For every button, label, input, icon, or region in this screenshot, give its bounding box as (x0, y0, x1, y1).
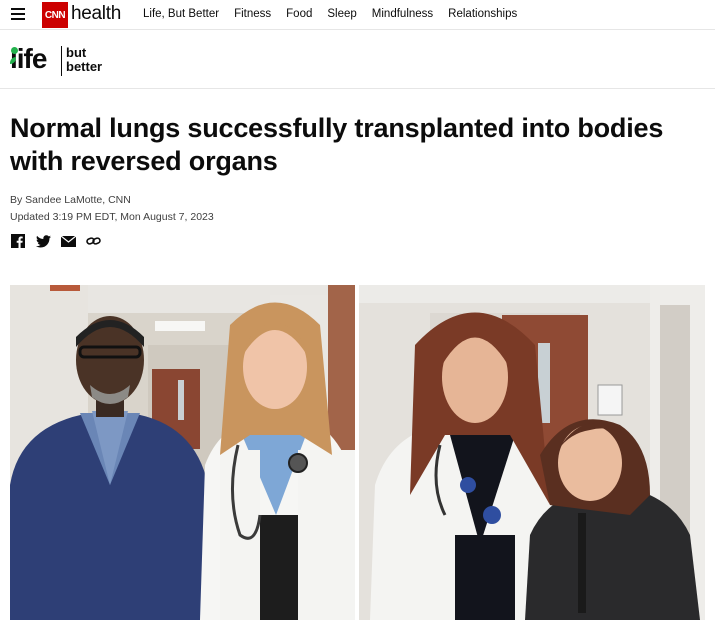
logo-tagline: but better (66, 46, 102, 74)
article-byline: By Sandee LaMotte, CNN (10, 194, 131, 206)
nav-link-relationships[interactable]: Relationships (448, 8, 517, 20)
facebook-icon[interactable] (10, 233, 26, 249)
lead-photo[interactable] (10, 285, 705, 620)
logo-divider (61, 46, 62, 76)
nav-link-mindfulness[interactable]: Mindfulness (372, 8, 433, 20)
twitter-icon[interactable] (35, 233, 51, 249)
nav-link-food[interactable]: Food (286, 8, 312, 20)
subbrand-header: life but better (0, 31, 715, 89)
logo-dot-icon (11, 47, 18, 54)
email-icon[interactable] (60, 233, 76, 249)
menu-icon[interactable] (11, 8, 25, 20)
article-headline: Normal lungs successfully transplanted i… (10, 113, 664, 176)
article-timestamp: Updated 3:19 PM EDT, Mon August 7, 2023 (10, 211, 214, 223)
cnn-logo[interactable]: CNN (42, 2, 68, 28)
nav-link-life-but-better[interactable]: Life, But Better (143, 8, 219, 20)
section-name-health[interactable]: health (71, 3, 121, 25)
logo-tagline-line1: but (66, 45, 87, 60)
nav-link-fitness[interactable]: Fitness (234, 8, 271, 20)
share-bar (10, 233, 110, 249)
section-nav: Life, But Better Fitness Food Sleep Mind… (143, 8, 532, 20)
nav-link-sleep[interactable]: Sleep (327, 8, 356, 20)
life-but-better-logo[interactable]: life but better (10, 44, 110, 78)
logo-tagline-line2: better (66, 59, 103, 74)
top-nav: CNN health Life, But Better Fitness Food… (0, 0, 715, 30)
link-icon[interactable] (85, 233, 101, 249)
